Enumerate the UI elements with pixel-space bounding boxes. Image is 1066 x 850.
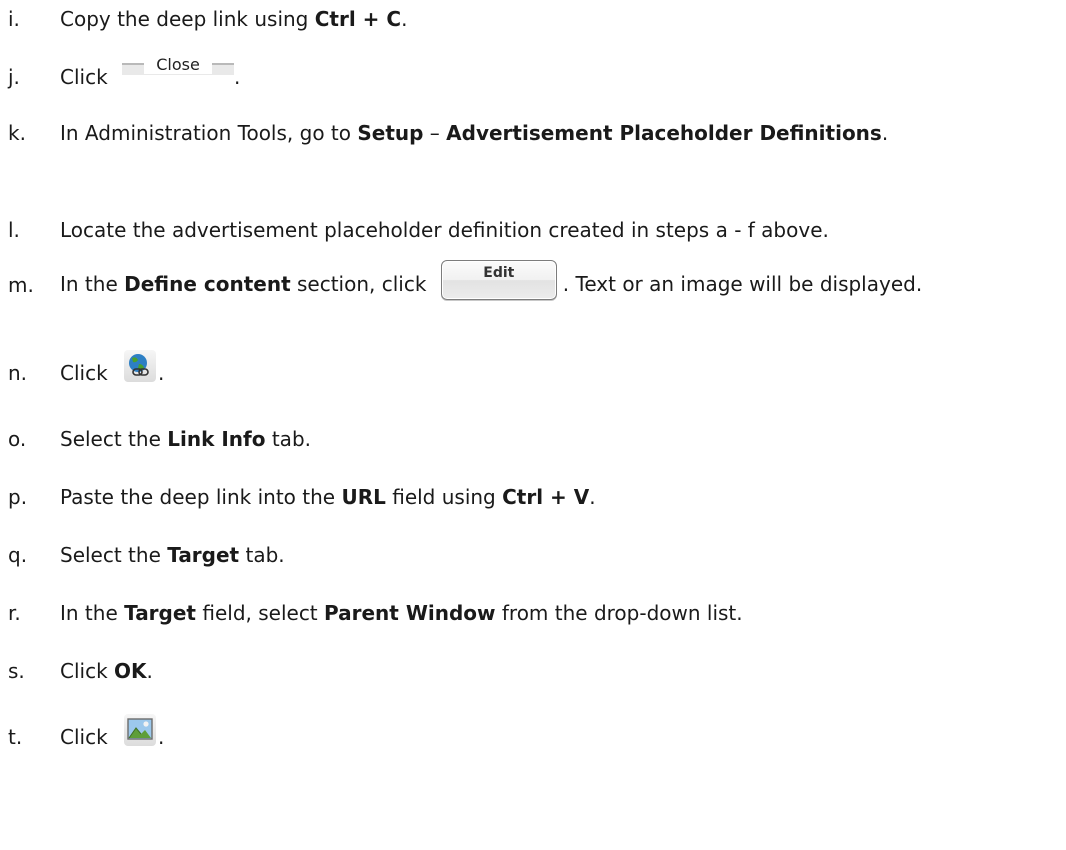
option-parent-window: Parent Window: [324, 601, 496, 625]
step-text: Locate the advertisement placeholder def…: [60, 218, 829, 242]
step-text-pre: Copy the deep link using: [60, 7, 315, 31]
step-text-pre: Click: [60, 65, 115, 89]
step-marker: k.: [8, 121, 26, 145]
close-button-label: Close: [144, 56, 213, 74]
step-marker: n.: [8, 361, 28, 385]
close-button-image: Close: [122, 56, 235, 75]
step-text-post: tab.: [265, 427, 311, 451]
tab-link-info: Link Info: [167, 427, 266, 451]
step-marker: m.: [8, 273, 34, 297]
step-marker: l.: [8, 218, 20, 242]
step-text-post: .: [146, 659, 153, 683]
step-text-post: .: [158, 725, 165, 749]
menu-setup: Setup: [357, 121, 424, 145]
step-text-pre: In the: [60, 272, 125, 296]
step-marker: s.: [8, 659, 25, 683]
step-text-post: .: [401, 7, 408, 31]
field-target: Target: [124, 601, 196, 625]
step-text-mid: –: [423, 121, 447, 145]
step-text-pre: Select the: [60, 543, 168, 567]
step-marker: j.: [8, 65, 20, 89]
button-ok-label: OK: [114, 659, 147, 683]
step-text-pre: Click: [60, 659, 115, 683]
step-text-post: tab.: [239, 543, 285, 567]
step-text: Click .: [60, 350, 1060, 388]
step-text: In the Target field, select Parent Windo…: [60, 598, 1060, 628]
step-text-post: .: [881, 121, 889, 145]
step-marker: q.: [8, 543, 28, 567]
step-marker: i.: [8, 7, 20, 31]
link-globe-icon: [124, 350, 157, 382]
step-text: In Administration Tools, go to Setup – A…: [60, 112, 1020, 155]
shortcut-paste: Ctrl + V: [502, 485, 590, 509]
step-text: Select the Link Info tab.: [60, 424, 1060, 454]
step-text: Click OK.: [60, 656, 1060, 686]
step-text-post: from the drop-down list.: [495, 601, 743, 625]
step-text: Copy the deep link using Ctrl + C.: [60, 4, 1060, 34]
step-marker: t.: [8, 725, 23, 749]
insert-image-icon: [124, 714, 157, 746]
step-marker: p.: [8, 485, 28, 509]
edit-button-image: Edit: [440, 260, 557, 300]
step-text-pre: Click: [60, 725, 115, 749]
step-marker: r.: [8, 601, 21, 625]
step-marker: o.: [8, 427, 27, 451]
step-text-pre: In the: [60, 601, 125, 625]
step-text-post: . Text or an image will be displayed.: [562, 272, 923, 296]
section-define-content: Define content: [124, 272, 291, 296]
step-text: In the Define content section, click Edi…: [60, 260, 1000, 300]
step-text: Click .: [60, 714, 1060, 752]
step-text: Click Close.: [60, 56, 1060, 92]
step-text-post: .: [234, 65, 241, 89]
step-text-pre: Select the: [60, 427, 168, 451]
menu-ad-placeholder-definitions: Advertisement Placeholder Definitions: [446, 121, 882, 145]
step-text-pre: In Administration Tools, go to: [60, 121, 358, 145]
shortcut-copy: Ctrl + C: [314, 7, 402, 31]
step-text: Select the Target tab.: [60, 540, 1060, 570]
step-text-mid: field using: [385, 485, 503, 509]
field-url: URL: [341, 485, 386, 509]
step-text-pre: Paste the deep link into the: [60, 485, 342, 509]
step-text-mid: section, click: [290, 272, 433, 296]
step-text-post: .: [589, 485, 596, 509]
step-text-post: .: [158, 361, 165, 385]
step-text-mid: field, select: [196, 601, 325, 625]
tab-target: Target: [167, 543, 240, 567]
step-text: Paste the deep link into the URL field u…: [60, 482, 1060, 512]
step-text-pre: Click: [60, 361, 115, 385]
